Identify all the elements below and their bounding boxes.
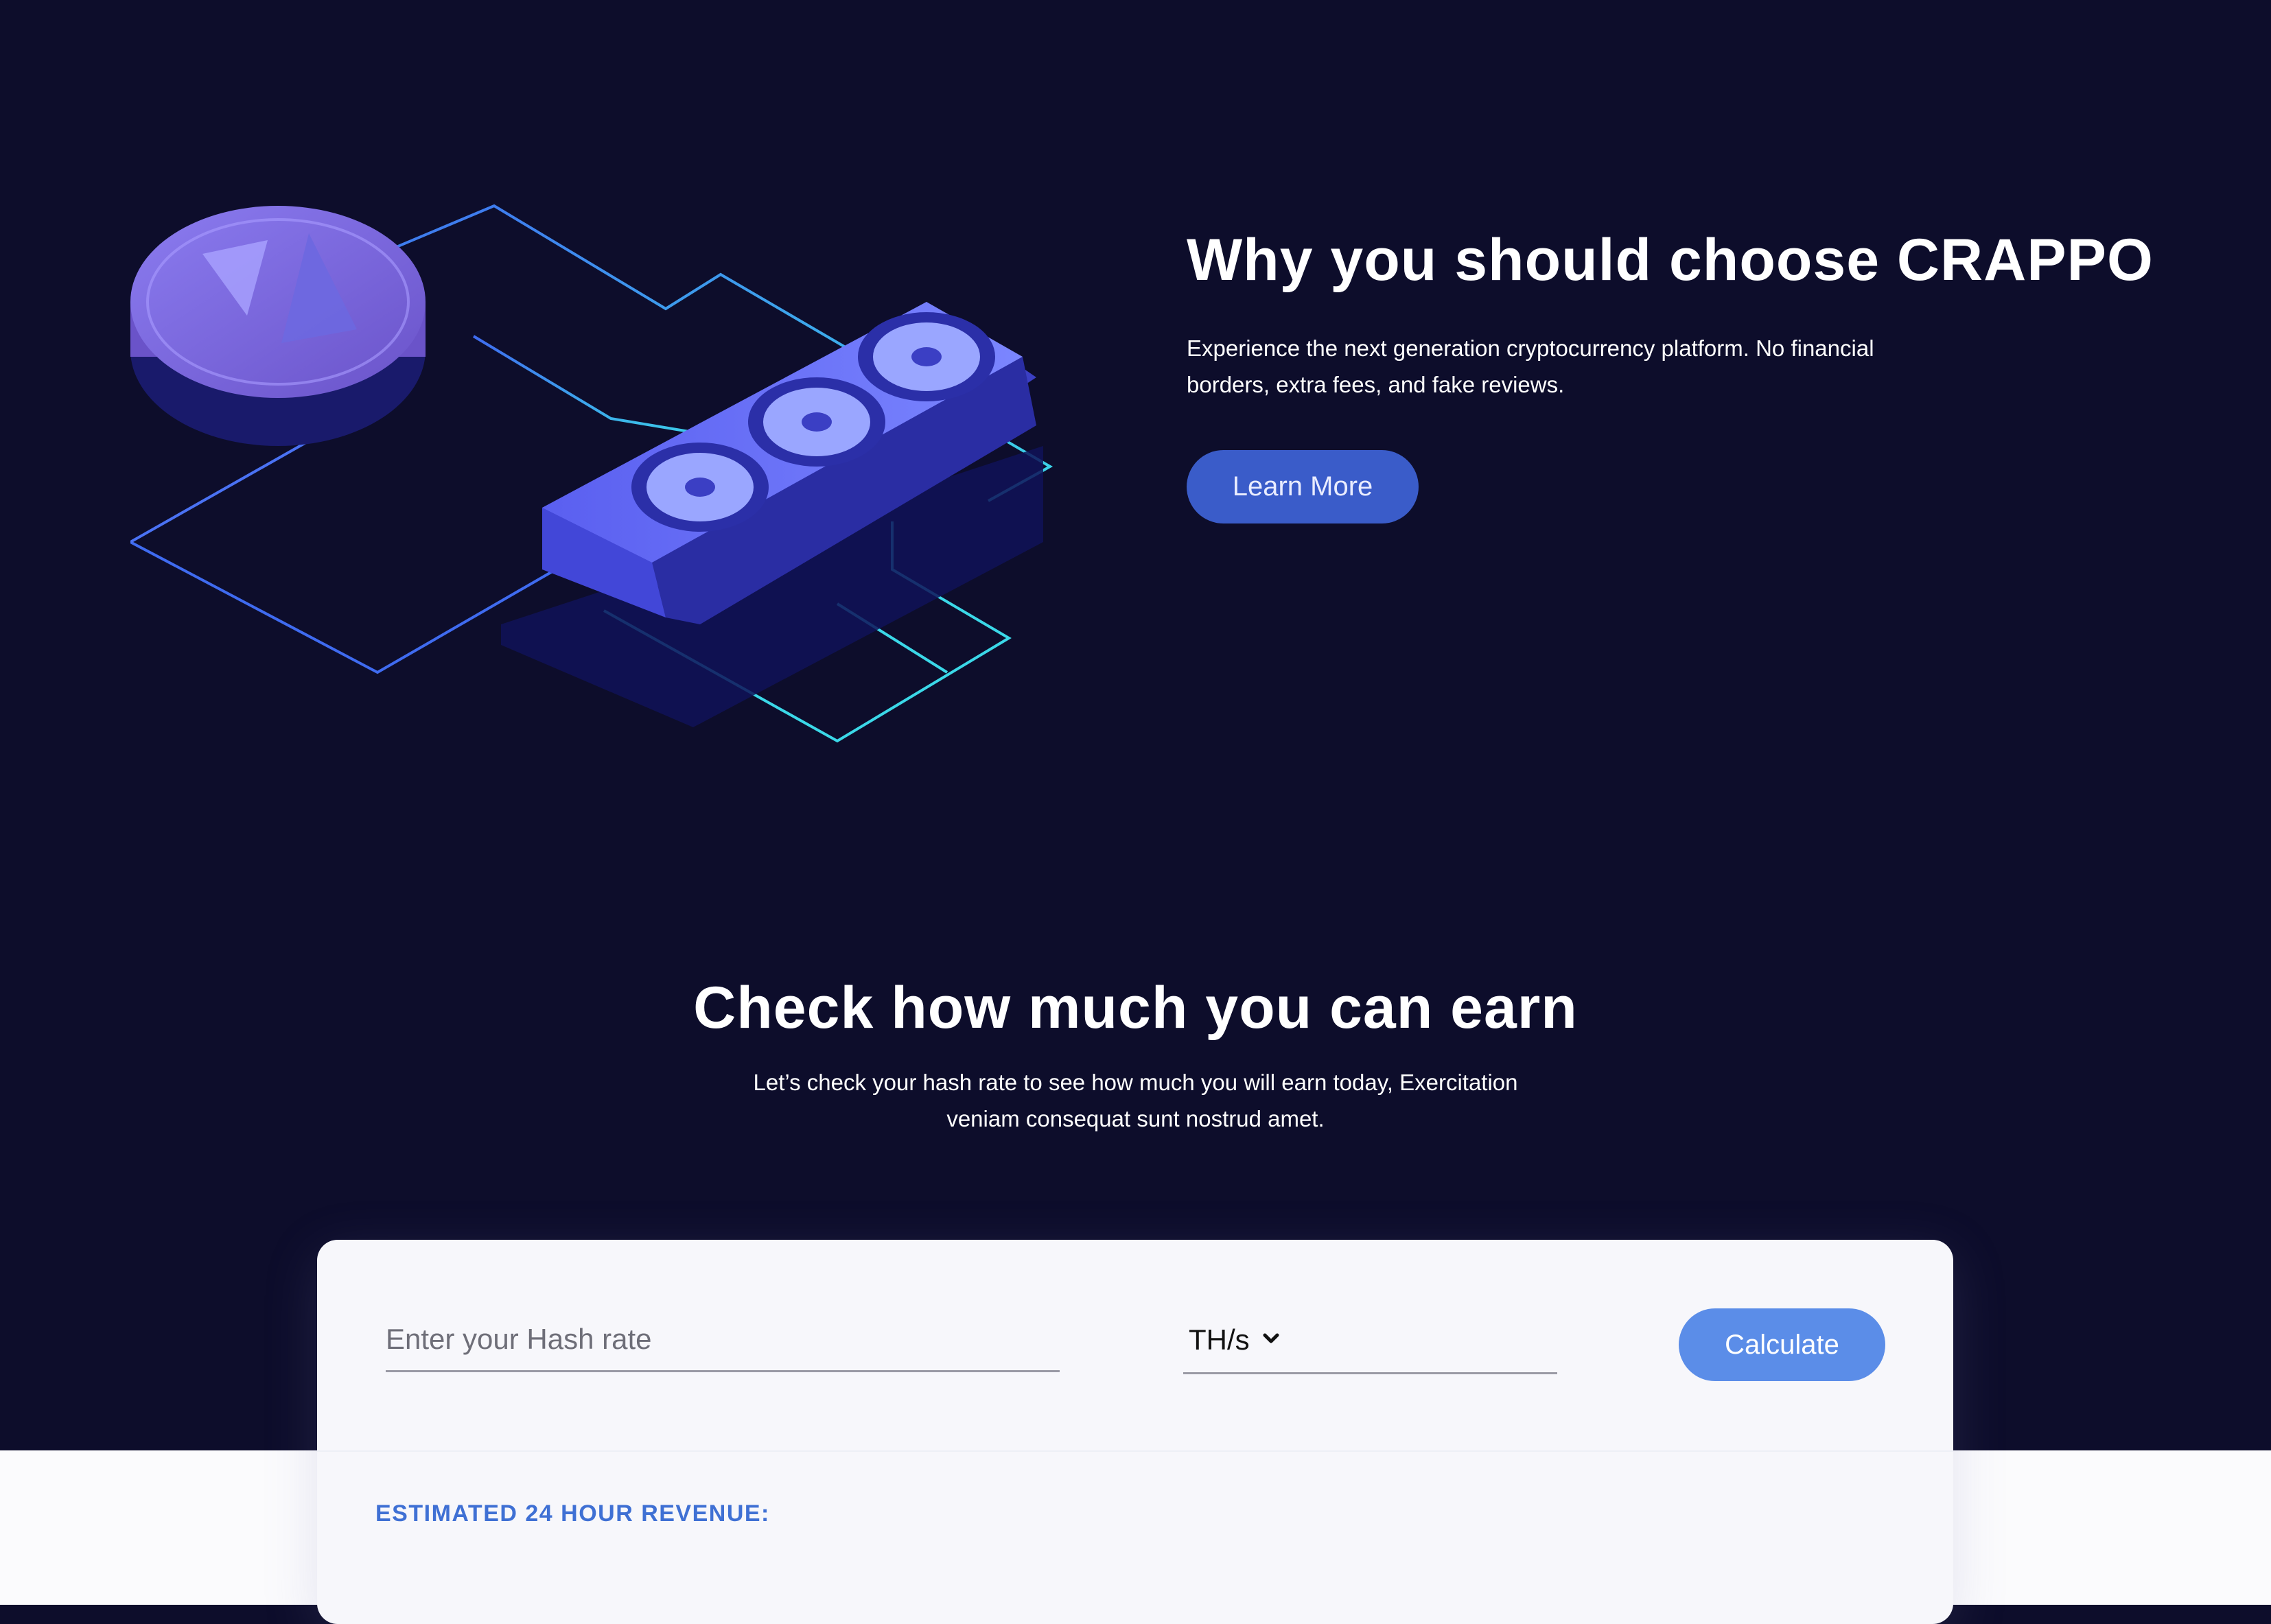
earn-title: Check how much you can earn (693, 975, 1578, 1041)
chevron-down-icon (1263, 1333, 1279, 1343)
hash-rate-input[interactable] (386, 1308, 1060, 1372)
unit-select-value: TH/s (1189, 1323, 1250, 1356)
learn-more-button[interactable]: Learn More (1187, 450, 1419, 523)
coin (130, 206, 426, 446)
hash-calculator-card: TH/s Calculate ESTIMATED 24 HOUR REVENUE… (317, 1240, 1953, 1624)
hero-content: Why you should choose CRAPPO Experience … (1187, 226, 2216, 523)
gpu-mining-illustration (130, 204, 1053, 743)
hero-title: Why you should choose CRAPPO (1187, 227, 2154, 293)
earn-description: Let’s check your hash rate to see how mu… (753, 1069, 1518, 1131)
calculate-button[interactable]: Calculate (1679, 1308, 1885, 1381)
card-divider (317, 1450, 1953, 1452)
hero-description: Experience the next generation cryptocur… (1187, 335, 1874, 397)
earn-section: Check how much you can earn Let’s check … (0, 974, 2271, 1137)
revenue-label: ESTIMATED 24 HOUR REVENUE: (375, 1501, 770, 1527)
unit-select[interactable]: TH/s (1183, 1308, 1557, 1374)
